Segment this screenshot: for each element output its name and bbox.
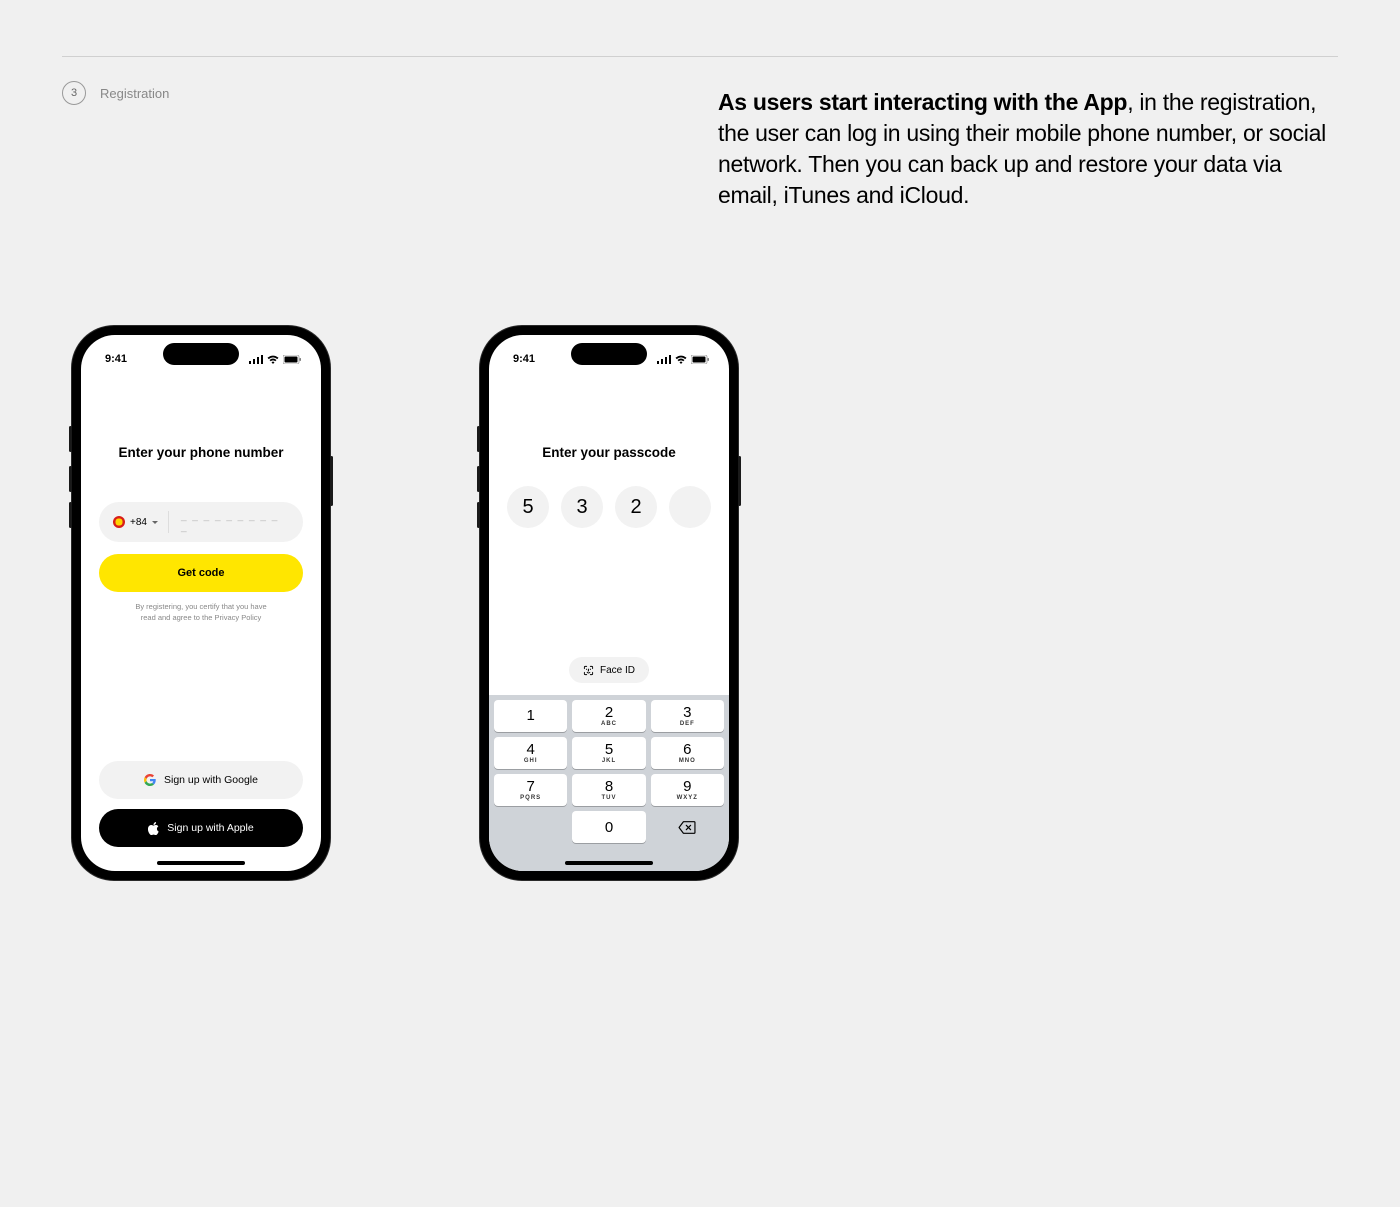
signup-apple-button[interactable]: Sign up with Apple — [99, 809, 303, 847]
signup-google-button[interactable]: Sign up with Google — [99, 761, 303, 799]
key-6[interactable]: 6MNO — [651, 737, 724, 769]
get-code-button[interactable]: Get code — [99, 554, 303, 592]
pin-3: 2 — [615, 486, 657, 528]
signal-icon — [657, 355, 671, 364]
phone-mockup-passcode: 9:41 Enter your passcode 5 3 2 Face — [480, 326, 738, 880]
pin-1: 5 — [507, 486, 549, 528]
battery-icon — [283, 355, 301, 364]
battery-icon — [691, 355, 709, 364]
home-indicator — [565, 861, 653, 865]
faceid-label: Face ID — [600, 665, 635, 676]
passcode-title: Enter your passcode — [489, 445, 729, 460]
chevron-down-icon — [152, 521, 158, 524]
phone-placeholder: _ _ _ _ _ _ _ _ _ _ — [181, 511, 289, 533]
section-number: 3 — [62, 81, 86, 105]
phone-mockup-signup: 9:41 Enter your phone number +84 _ _ _ _… — [72, 326, 330, 880]
faceid-button[interactable]: Face ID — [569, 657, 649, 683]
faceid-icon — [583, 665, 594, 676]
key-7[interactable]: 7PQRS — [494, 774, 567, 806]
get-code-label: Get code — [177, 567, 224, 579]
key-2[interactable]: 2ABC — [572, 700, 645, 732]
key-delete[interactable] — [651, 811, 724, 843]
key-3[interactable]: 3DEF — [651, 700, 724, 732]
numeric-keypad: 1 2ABC 3DEF 4GHI 5JKL 6MNO 7PQRS 8TUV 9W… — [489, 695, 729, 871]
divider — [62, 56, 1338, 57]
wifi-icon — [675, 355, 687, 364]
dynamic-island — [163, 343, 239, 365]
pin-4 — [669, 486, 711, 528]
key-blank — [494, 811, 567, 843]
passcode-dots: 5 3 2 — [489, 486, 729, 528]
phone-number-title: Enter your phone number — [99, 445, 303, 460]
section-description: As users start interacting with the App,… — [718, 87, 1338, 211]
privacy-note: By registering, you certify that you hav… — [99, 602, 303, 623]
status-time: 9:41 — [513, 353, 535, 365]
description-bold: As users start interacting with the App — [718, 89, 1127, 115]
apple-label: Sign up with Apple — [167, 822, 253, 834]
flag-icon — [113, 516, 125, 528]
section-label: Registration — [100, 86, 169, 101]
google-icon — [144, 774, 156, 786]
wifi-icon — [267, 355, 279, 364]
country-code-selector[interactable]: +84 — [113, 511, 169, 533]
key-8[interactable]: 8TUV — [572, 774, 645, 806]
key-1[interactable]: 1 — [494, 700, 567, 732]
backspace-icon — [678, 821, 696, 834]
key-5[interactable]: 5JKL — [572, 737, 645, 769]
google-label: Sign up with Google — [164, 774, 258, 786]
pin-2: 3 — [561, 486, 603, 528]
key-4[interactable]: 4GHI — [494, 737, 567, 769]
apple-icon — [148, 822, 159, 835]
signal-icon — [249, 355, 263, 364]
status-time: 9:41 — [105, 353, 127, 365]
phone-number-input[interactable]: +84 _ _ _ _ _ _ _ _ _ _ — [99, 502, 303, 542]
home-indicator — [157, 861, 245, 865]
key-9[interactable]: 9WXYZ — [651, 774, 724, 806]
country-code-label: +84 — [130, 517, 147, 528]
dynamic-island — [571, 343, 647, 365]
section-badge: 3 Registration — [62, 81, 169, 105]
key-0[interactable]: 0 — [572, 811, 645, 843]
